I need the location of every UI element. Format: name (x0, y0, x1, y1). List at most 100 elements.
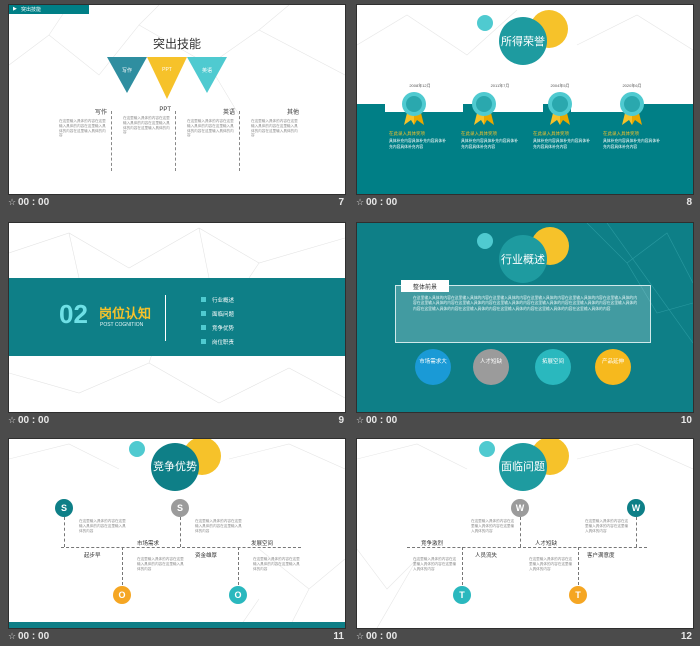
top-label-text: 突出技能 (21, 7, 42, 13)
section-item-3[interactable]: 岗位职责 (201, 333, 234, 351)
section-item-label: 面临问题 (212, 311, 235, 318)
triangle-group (107, 57, 227, 99)
section-item-label: 岗位职责 (212, 339, 235, 346)
item-label: 人才短缺 (535, 541, 558, 547)
connector (462, 547, 463, 585)
slide-timing: 00 : 00 (18, 415, 50, 426)
item-text: 在这里输入具体的内容在这里输入具体的内容在这里输入具体的内容 (137, 557, 184, 571)
decor-circle-small (479, 441, 495, 457)
decor-circle-small (477, 233, 493, 249)
item-text: 在这里输入具体的内容在这里输入具体的内容在这里输入具体的内容 (253, 557, 300, 571)
medal-icon (402, 92, 426, 125)
bubble-label: 拓展空间 (541, 359, 564, 365)
item-label: 竞争激烈 (421, 541, 444, 547)
box-text: 在这里输入具体的内容在这里输入具体的内容在这里输入具体的内容在这里输入具体的内容… (413, 296, 638, 311)
decor-circle-small (129, 441, 145, 457)
column-title: 英语 (222, 110, 235, 116)
column-0: 写作 在这里输入具体的内容在这里输入具体的内容在这里输入具体的内容在这里输入具体… (59, 107, 107, 138)
slide-timing: 00 : 00 (366, 631, 398, 642)
slide-title: 竞争优势 (153, 461, 197, 473)
slide-timing: 00 : 00 (366, 415, 398, 426)
transition-icon: ☆ (8, 197, 17, 207)
item-label: 人员流失 (475, 553, 498, 559)
slide-number: 12 (680, 631, 692, 642)
tri-label-english: 英语 (201, 68, 212, 74)
column-text: 在这里输入具体的内容在这里输入具体的内容在这里输入具体的内容在这里输入具体的内容 (251, 119, 298, 138)
bullet-square-icon (201, 297, 206, 303)
column-title: 其他 (286, 110, 299, 116)
award-head: 在此录入具体奖项 (389, 131, 425, 136)
transition-icon: ☆ (356, 631, 365, 641)
column-divider (111, 111, 112, 171)
timeline (407, 547, 647, 548)
medal-icon (548, 92, 572, 125)
award-text: 具体补充内容具体补充内容具体补充内容具体补充内容 (461, 139, 518, 149)
item-text: 在这里输入具体的内容在这里输入具体的内容在这里输入具体的内容 (471, 519, 515, 533)
item-text: 在这里输入具体的内容在这里输入具体的内容在这里输入具体的内容 (195, 519, 242, 533)
item-text: 在这里输入具体的内容在这里输入具体的内容在这里输入具体的内容 (79, 519, 126, 533)
award-date: 2008年12月 (409, 83, 431, 88)
slide-timing: 00 : 00 (18, 631, 50, 642)
award-text: 具体补充内容具体补充内容具体补充内容具体补充内容 (389, 139, 446, 149)
decor-circle-small (477, 15, 493, 31)
bubble-market-demand (415, 349, 451, 385)
connector (64, 517, 65, 547)
transition-icon: ☆ (8, 415, 17, 425)
slide-8[interactable]: 所得荣誉 2008年12月 2011年7月 2004年5月 2020年6月 在此… (356, 4, 694, 195)
letter: W (515, 503, 525, 513)
letter: O (234, 590, 242, 600)
bubble-label: 产品延伸 (601, 359, 624, 365)
section-item-label: 竞争优势 (212, 325, 235, 332)
connector (238, 547, 239, 585)
connector (122, 547, 123, 585)
medal-icon (472, 92, 496, 125)
column-text: 在这里输入具体的内容在这里输入具体的内容在这里输入具体的内容在这里输入具体的内容 (187, 119, 234, 138)
letter: W (631, 503, 641, 513)
medal-icon (620, 92, 644, 125)
item-text: 在这里输入具体的内容在这里输入具体的内容在这里输入具体的内容 (585, 519, 629, 533)
slide-12[interactable]: 面临问题 W W T T 在这里输入具体的内容在这里输入具体的内容在这里输入具体… (356, 438, 694, 629)
bubble-expansion (535, 349, 571, 385)
transition-icon: ☆ (356, 415, 365, 425)
item-label: 起步早 (84, 553, 101, 559)
band-notch-2 (491, 104, 543, 112)
award-2: 2004年5月 (525, 83, 595, 89)
section-title: 岗位认知 (99, 306, 152, 321)
column-title: PPT (159, 107, 171, 113)
slide-meta: ☆ 00 : 00 10 (356, 414, 694, 430)
slide-7[interactable]: 突出技能 ▶ 突出技能 写作 PPT 英语 写作 在这里输入具体的内容在这里输入… (8, 4, 346, 195)
slide-9[interactable]: 02 岗位认知 POST COGNITION 行业概述 面临问题 竞争优势 岗位… (8, 222, 346, 413)
slide-11[interactable]: 竞争优势 S S O O 在这里输入具体的内容在这里输入具体的内容在这里输入具体… (8, 438, 346, 629)
slide-title: 突出技能 (152, 37, 201, 51)
slide-meta: ☆ 00 : 00 7 (8, 196, 346, 212)
column-title: 写作 (94, 110, 107, 116)
award-head: 在此录入具体奖项 (603, 131, 639, 136)
footer-bar (9, 622, 345, 628)
slide-title: 行业概述 (501, 254, 545, 266)
letter: S (176, 503, 183, 513)
award-0: 2008年12月 (385, 83, 455, 89)
letter: T (575, 590, 581, 600)
award-text-0: 在此录入具体奖项 具体补充内容具体补充内容具体补充内容具体补充内容 (389, 131, 447, 150)
connector (578, 547, 579, 585)
slide-number: 11 (333, 631, 344, 642)
award-3: 2020年6月 (597, 83, 667, 89)
item-label: 发展空间 (251, 541, 274, 547)
item-text: 在这里输入具体的内容在这里输入具体的内容在这里输入具体的内容 (413, 557, 457, 571)
slide-number: 8 (686, 197, 692, 208)
transition-icon: ☆ (8, 631, 17, 641)
connector (180, 517, 181, 547)
award-date: 2004年5月 (550, 83, 570, 88)
connector (636, 517, 637, 547)
slide-10[interactable]: 行业概述 整体前景 在这里输入具体的内容在这里输入具体的内容在这里输入具体的内容… (356, 222, 694, 413)
section-subtitle: POST COGNITION (100, 322, 144, 328)
column-3: 其他 在这里输入具体的内容在这里输入具体的内容在这里输入具体的内容在这里输入具体… (251, 107, 299, 138)
section-item-label: 行业概述 (212, 297, 235, 304)
slide-meta: ☆ 00 : 00 8 (356, 196, 694, 212)
play-icon: ▶ (13, 6, 17, 12)
letter: S (60, 503, 67, 513)
column-2: 英语 在这里输入具体的内容在这里输入具体的内容在这里输入具体的内容在这里输入具体… (187, 107, 235, 138)
award-date: 2020年6月 (622, 83, 642, 88)
slide-title: 面临问题 (501, 461, 545, 473)
award-text: 具体补充内容具体补充内容具体补充内容具体补充内容 (533, 139, 590, 149)
